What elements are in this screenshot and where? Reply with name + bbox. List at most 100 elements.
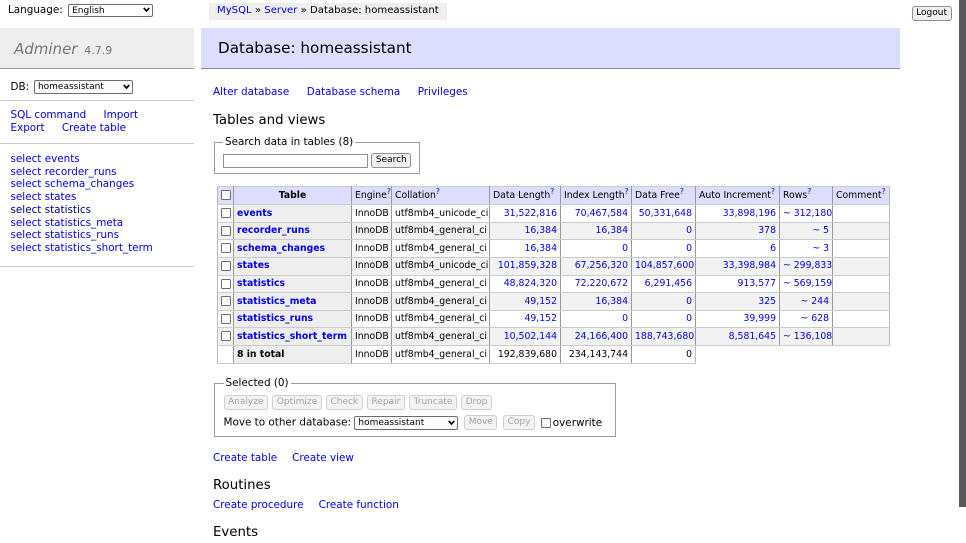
index-length-link[interactable]: 16,384	[595, 296, 628, 307]
table-select-link[interactable]: select	[11, 242, 42, 254]
sidebar-action-create-table[interactable]: Create table	[62, 122, 126, 134]
rows-link[interactable]: ~ 569,159	[783, 278, 832, 289]
table-select-link[interactable]: select	[11, 191, 42, 203]
auto-increment-link[interactable]: 33,398,984	[723, 260, 776, 271]
auto-increment-link[interactable]: 8,581,645	[729, 331, 776, 342]
data-length-link[interactable]: 49,152	[524, 313, 557, 324]
table-structure-link[interactable]: statistics_short_term	[45, 242, 153, 254]
data-length-link[interactable]: 31,522,816	[504, 208, 557, 219]
sidebar-action-import[interactable]: Import	[104, 109, 139, 121]
table-name-link[interactable]: events	[237, 208, 272, 219]
auto-increment-link[interactable]: 325	[758, 296, 776, 307]
db-action-alter-database[interactable]: Alter database	[213, 86, 289, 98]
index-length-link[interactable]: 24,166,400	[575, 331, 628, 342]
index-length-link[interactable]: 0	[622, 313, 628, 324]
repair-button[interactable]: Repair	[367, 395, 405, 410]
table-structure-link[interactable]: schema_changes	[45, 178, 134, 190]
data-free-link[interactable]: 0	[686, 313, 692, 324]
app-name[interactable]: Adminer	[14, 40, 77, 58]
data-length-link[interactable]: 49,152	[524, 296, 557, 307]
row-checkbox[interactable]	[221, 226, 231, 236]
rows-link[interactable]: ~ 628	[801, 313, 830, 324]
db-action-database-schema[interactable]: Database schema	[307, 86, 400, 98]
table-structure-link[interactable]: recorder_runs	[45, 166, 117, 178]
data-length-link[interactable]: 16,384	[524, 225, 557, 236]
row-checkbox[interactable]	[221, 296, 231, 306]
table-name-link[interactable]: recorder_runs	[237, 225, 310, 236]
data-free-link[interactable]: 104,857,600	[635, 260, 694, 271]
table-structure-link[interactable]: statistics_runs	[45, 229, 119, 241]
move-db-select[interactable]: homeassistant	[354, 416, 458, 430]
row-checkbox[interactable]	[221, 331, 231, 341]
data-free-link[interactable]: 50,331,648	[639, 208, 692, 219]
sidebar-action-export[interactable]: Export	[11, 122, 45, 134]
data-free-link[interactable]: 6,291,456	[645, 278, 692, 289]
rows-link[interactable]: ~ 299,833	[783, 260, 832, 271]
index-length-link[interactable]: 67,256,320	[575, 260, 628, 271]
truncate-button[interactable]: Truncate	[409, 395, 457, 410]
scrollbar-thumb[interactable]	[959, 0, 966, 507]
index-length-help-link[interactable]: ?	[625, 187, 629, 196]
table-name-link[interactable]: statistics	[237, 278, 285, 289]
row-checkbox[interactable]	[221, 208, 231, 218]
rows-link[interactable]: ~ 3	[812, 243, 829, 254]
table-select-link[interactable]: select	[11, 153, 42, 165]
overwrite-checkbox[interactable]	[541, 418, 551, 428]
auto-increment-help-link[interactable]: ?	[771, 187, 775, 196]
move-button[interactable]: Move	[464, 415, 497, 430]
data-free-help-link[interactable]: ?	[680, 187, 684, 196]
data-free-link[interactable]: 188,743,680	[635, 331, 694, 342]
rows-link[interactable]: ~ 312,180	[783, 208, 832, 219]
search-input[interactable]	[223, 154, 368, 168]
data-length-link[interactable]: 10,502,144	[504, 331, 557, 342]
data-free-link[interactable]: 0	[686, 243, 692, 254]
select-all-checkbox[interactable]	[221, 190, 231, 200]
analyze-button[interactable]: Analyze	[224, 395, 268, 410]
table-select-link[interactable]: select	[11, 178, 42, 190]
table-structure-link[interactable]: statistics_meta	[45, 217, 123, 229]
table-structure-link[interactable]: events	[45, 153, 80, 165]
row-checkbox[interactable]	[221, 243, 231, 253]
data-free-link[interactable]: 0	[686, 296, 692, 307]
auto-increment-link[interactable]: 39,999	[743, 313, 776, 324]
engine-help-link[interactable]: ?	[387, 187, 391, 196]
row-checkbox[interactable]	[221, 279, 231, 289]
db-action-privileges[interactable]: Privileges	[418, 86, 468, 98]
auto-increment-link[interactable]: 6	[770, 243, 776, 254]
sidebar-action-sql-command[interactable]: SQL command	[11, 109, 87, 121]
logout-button[interactable]: Logout	[912, 6, 952, 21]
rows-link[interactable]: ~ 244	[801, 296, 830, 307]
table-name-link[interactable]: schema_changes	[237, 243, 325, 254]
index-length-link[interactable]: 0	[622, 243, 628, 254]
data-length-link[interactable]: 101,859,328	[498, 260, 557, 271]
data-length-link[interactable]: 48,824,320	[504, 278, 557, 289]
create-view-link[interactable]: Create view	[292, 452, 354, 464]
search-button[interactable]: Search	[371, 153, 411, 168]
auto-increment-link[interactable]: 913,577	[738, 278, 776, 289]
check-button[interactable]: Check	[326, 395, 363, 410]
data-length-help-link[interactable]: ?	[550, 187, 554, 196]
table-name-link[interactable]: statistics_short_term	[237, 331, 347, 342]
breadcrumb-server-link[interactable]: Server	[264, 5, 297, 16]
table-structure-link[interactable]: states	[45, 191, 77, 203]
collation-help-link[interactable]: ?	[436, 187, 440, 196]
create-table-link[interactable]: Create table	[213, 452, 277, 464]
table-structure-link[interactable]: statistics	[45, 204, 91, 216]
table-name-link[interactable]: statistics_meta	[237, 296, 316, 307]
index-length-link[interactable]: 16,384	[595, 225, 628, 236]
comment-help-link[interactable]: ?	[882, 187, 886, 196]
drop-button[interactable]: Drop	[461, 395, 492, 410]
table-select-link[interactable]: select	[11, 204, 42, 216]
index-length-link[interactable]: 70,467,584	[575, 208, 628, 219]
breadcrumb-mysql-link[interactable]: MySQL	[217, 5, 252, 16]
table-select-link[interactable]: select	[11, 229, 42, 241]
rows-link[interactable]: ~ 136,108	[783, 331, 832, 342]
data-free-link[interactable]: 0	[686, 225, 692, 236]
auto-increment-link[interactable]: 378	[758, 225, 776, 236]
table-name-link[interactable]: statistics_runs	[237, 313, 313, 324]
rows-help-link[interactable]: ?	[807, 187, 811, 196]
index-length-link[interactable]: 72,220,672	[575, 278, 628, 289]
row-checkbox[interactable]	[221, 261, 231, 271]
table-select-link[interactable]: select	[11, 217, 42, 229]
copy-button[interactable]: Copy	[503, 415, 535, 430]
